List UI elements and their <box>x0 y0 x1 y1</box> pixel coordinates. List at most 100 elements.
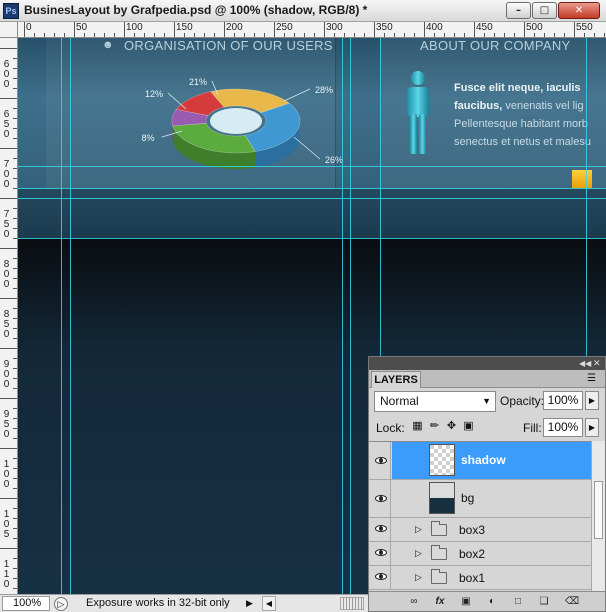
layer-group-box2[interactable]: ▷ box2 <box>369 542 591 566</box>
horizontal-ruler[interactable]: 0 50 100 150 200 250 300 350 400 450 500 550 <box>18 22 606 38</box>
guide-horizontal[interactable] <box>18 166 606 167</box>
eye-icon[interactable] <box>375 457 387 464</box>
ruler-label: 250 <box>276 22 293 33</box>
scroll-left-button[interactable]: ◀ <box>262 596 276 611</box>
layer-visibility-toggle[interactable] <box>369 480 391 517</box>
layer-visibility-toggle[interactable] <box>369 542 391 565</box>
close-icon[interactable]: ✕ <box>593 357 601 370</box>
eye-icon[interactable] <box>375 495 387 502</box>
folder-icon <box>431 521 447 536</box>
guide-horizontal[interactable] <box>18 238 606 239</box>
guide-horizontal[interactable] <box>18 198 606 199</box>
close-button[interactable]: ✕ <box>558 2 600 19</box>
layer-visibility-toggle[interactable] <box>369 518 391 541</box>
status-message: Exposure works in 32-bit only <box>86 597 230 609</box>
person-icon <box>407 71 429 154</box>
expand-triangle-icon[interactable]: ▷ <box>415 548 422 559</box>
ruler-tick <box>404 33 405 37</box>
status-info-arrow-icon[interactable]: ▶ <box>246 597 253 610</box>
lock-transparency-icon[interactable]: ▦ <box>411 420 424 433</box>
ruler-tick <box>13 128 17 129</box>
ruler-tick <box>0 148 17 149</box>
lock-paint-brush-icon[interactable]: ✏ <box>428 420 441 433</box>
ruler-tick <box>544 33 545 37</box>
ruler-tick <box>24 22 25 37</box>
ruler-tick <box>374 22 375 37</box>
status-menu-icon[interactable]: ▷ <box>54 597 68 611</box>
ruler-tick <box>13 168 17 169</box>
collapse-icon[interactable]: ◀◀ <box>579 357 591 370</box>
ruler-tick <box>13 68 17 69</box>
orange-accent-tab <box>572 170 592 188</box>
zoom-level-field[interactable]: 100% <box>2 596 50 611</box>
ruler-label: 0 <box>26 22 32 33</box>
expand-triangle-icon[interactable]: ▷ <box>415 524 422 535</box>
opacity-slider-arrow-icon[interactable]: ▶ <box>585 391 599 410</box>
ruler-tick <box>0 98 17 99</box>
layer-name[interactable]: box2 <box>459 547 485 561</box>
title-bar[interactable]: Ps BusinesLayout by Grafpedia.psd @ 100%… <box>0 0 606 22</box>
fx-layer-style-icon[interactable]: fx <box>433 595 447 609</box>
ruler-label: 7 5 0 <box>3 209 10 240</box>
ruler-origin-corner[interactable] <box>0 22 18 38</box>
layer-name[interactable]: box1 <box>459 571 485 585</box>
lock-all-padlock-icon[interactable]: ▣ <box>462 420 475 433</box>
layers-footer-toolbar: ∞ fx ▣ ◐ □ ❏ ⌫ <box>369 591 605 611</box>
ruler-tick <box>13 538 17 539</box>
guide-vertical[interactable] <box>350 38 351 594</box>
layer-row-shadow[interactable]: shadow <box>369 442 591 480</box>
opacity-field[interactable]: 100% <box>543 391 583 410</box>
data-label: 28% <box>315 85 333 95</box>
layer-row-bg[interactable]: bg <box>369 480 591 518</box>
ruler-label: 100 <box>126 22 143 33</box>
layer-name[interactable]: box3 <box>459 523 485 537</box>
minimize-button[interactable]: – <box>506 2 531 19</box>
ruler-tick <box>13 508 17 509</box>
ruler-tick <box>13 78 17 79</box>
ruler-tick <box>274 22 275 37</box>
new-group-folder-icon[interactable]: □ <box>511 595 525 609</box>
eye-icon[interactable] <box>375 573 387 580</box>
guide-horizontal[interactable] <box>18 188 606 189</box>
horizontal-scrollbar-thumb[interactable] <box>340 597 364 610</box>
layer-visibility-toggle[interactable] <box>369 442 391 479</box>
layer-name[interactable]: bg <box>461 491 474 505</box>
ruler-tick <box>224 22 225 37</box>
eye-icon[interactable] <box>375 549 387 556</box>
guide-vertical[interactable] <box>342 38 343 594</box>
ruler-tick <box>13 178 17 179</box>
layers-scrollbar-thumb[interactable] <box>594 481 603 539</box>
tab-layers[interactable]: LAYERS <box>371 371 421 388</box>
maximize-button[interactable]: □ <box>532 2 557 19</box>
panel-dock-strip[interactable]: ◀◀ ✕ <box>369 357 605 370</box>
layer-group-box1[interactable]: ▷ box1 <box>369 566 591 590</box>
link-layers-icon[interactable]: ∞ <box>407 595 421 609</box>
lock-position-move-icon[interactable]: ✥ <box>445 420 458 433</box>
ruler-tick <box>13 568 17 569</box>
eye-icon[interactable] <box>375 525 387 532</box>
new-layer-icon[interactable]: ❏ <box>537 595 551 609</box>
guide-vertical[interactable] <box>61 38 62 594</box>
data-label: 21% <box>189 77 207 87</box>
layer-visibility-toggle[interactable] <box>369 566 391 589</box>
ruler-tick <box>104 33 105 37</box>
delete-layer-trash-icon[interactable]: ⌫ <box>565 595 579 609</box>
layer-group-box3[interactable]: ▷ box3 <box>369 518 591 542</box>
layer-name[interactable]: shadow <box>461 453 506 467</box>
ruler-tick <box>564 33 565 37</box>
fill-slider-arrow-icon[interactable]: ▶ <box>585 418 599 437</box>
blend-mode-select[interactable]: Normal ▼ <box>374 391 496 412</box>
vertical-ruler[interactable]: 6 0 0 6 5 0 7 0 0 7 5 0 8 0 0 8 5 0 9 0 0 9 5 0… <box>0 38 18 594</box>
fill-field[interactable]: 100% <box>543 418 583 437</box>
ruler-tick <box>13 438 17 439</box>
guide-vertical[interactable] <box>70 38 71 594</box>
ruler-tick <box>0 398 17 399</box>
expand-triangle-icon[interactable]: ▷ <box>415 572 422 583</box>
adjustment-layer-icon[interactable]: ◐ <box>485 595 499 609</box>
data-label-leader-line <box>293 136 321 160</box>
ruler-tick <box>13 478 17 479</box>
layers-scrollbar[interactable] <box>591 441 605 591</box>
panel-menu-icon[interactable]: ☰ <box>587 372 596 385</box>
ruler-tick <box>0 298 17 299</box>
add-mask-icon[interactable]: ▣ <box>459 595 473 609</box>
